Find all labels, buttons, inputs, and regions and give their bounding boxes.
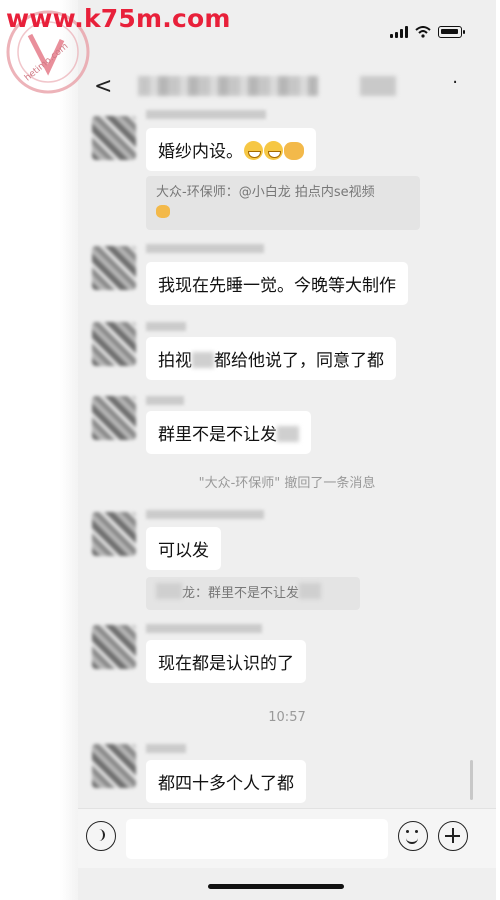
sender-name-blurred — [146, 244, 264, 253]
message-bubble[interactable]: 婚纱内设。 — [146, 128, 316, 171]
grin-emoji-icon — [244, 141, 263, 160]
chat-title-blurred — [138, 76, 318, 96]
sender-name-blurred — [146, 744, 186, 753]
avatar[interactable] — [92, 396, 136, 440]
blurred-text — [277, 426, 299, 442]
signal-icon — [390, 26, 408, 38]
sender-name-blurred — [146, 396, 184, 405]
sender-name-blurred — [146, 624, 262, 633]
message-text: 现在都是认识的了 — [158, 654, 294, 674]
cat-emoji-icon — [284, 142, 304, 160]
blurred-text — [156, 583, 182, 599]
sender-name-blurred — [146, 110, 266, 119]
message-input[interactable] — [126, 819, 388, 859]
avatar[interactable] — [92, 744, 136, 788]
battery-icon — [438, 26, 465, 38]
wifi-icon — [415, 26, 431, 38]
avatar[interactable] — [92, 246, 136, 290]
timestamp: 10:57 — [268, 710, 306, 725]
avatar[interactable] — [92, 116, 136, 160]
message-text: 婚纱内设。 — [158, 142, 243, 162]
message-text: 都四十多个人了都 — [158, 774, 294, 794]
avatar[interactable] — [92, 512, 136, 556]
quote-text: 龙：群里不是不让发 — [182, 586, 300, 601]
blurred-text — [192, 352, 214, 368]
blurred-text — [299, 583, 322, 599]
watermark-url: www.k75m.com — [6, 4, 231, 33]
status-icons — [390, 26, 465, 38]
quoted-message[interactable]: 大众-环保师：@小白龙 拍点内se视频 — [146, 176, 420, 230]
message-bubble[interactable]: 拍视 都给他说了，同意了都 — [146, 337, 396, 380]
grin-emoji-icon — [264, 141, 283, 160]
scrollbar[interactable] — [470, 760, 473, 800]
avatar[interactable] — [92, 625, 136, 669]
plus-button[interactable] — [438, 821, 468, 851]
nav-bar: < · — [78, 66, 496, 106]
input-bar — [78, 808, 496, 868]
message-bubble[interactable]: 我现在先睡一觉。今晚等大制作 — [146, 262, 408, 305]
message-text: 群里不是不让发 — [158, 425, 277, 445]
message-text-part: 拍视 — [158, 351, 192, 371]
message-bubble[interactable]: 可以发 — [146, 527, 221, 570]
quote-text: 大众-环保师：@小白龙 拍点内se视频 — [156, 185, 375, 200]
quoted-message[interactable]: 龙：群里不是不让发 — [146, 577, 360, 610]
page: hetimo.com www.k75m.com < · 婚纱内设。 大众-环保师… — [0, 0, 500, 900]
sender-name-blurred — [146, 322, 186, 331]
voice-input-icon[interactable] — [86, 821, 116, 851]
avatar[interactable] — [92, 322, 136, 366]
recall-notice: "大众-环保师" 撤回了一条消息 — [198, 476, 376, 491]
message-bubble[interactable]: 都四十多个人了都 — [146, 760, 306, 803]
message-bubble[interactable]: 群里不是不让发 — [146, 411, 311, 454]
message-bubble[interactable]: 现在都是认识的了 — [146, 640, 306, 683]
message-text: 可以发 — [158, 541, 209, 561]
more-options-button[interactable]: · — [452, 72, 458, 93]
message-text: 我现在先睡一觉。今晚等大制作 — [158, 276, 396, 296]
cat-emoji-icon — [156, 205, 170, 218]
emoji-button[interactable] — [398, 821, 428, 851]
sender-name-blurred — [146, 510, 264, 519]
phone-edge — [60, 0, 78, 900]
message-text-part: 都给他说了，同意了都 — [214, 351, 384, 371]
home-indicator[interactable] — [208, 884, 344, 889]
member-count-blurred — [360, 76, 396, 96]
